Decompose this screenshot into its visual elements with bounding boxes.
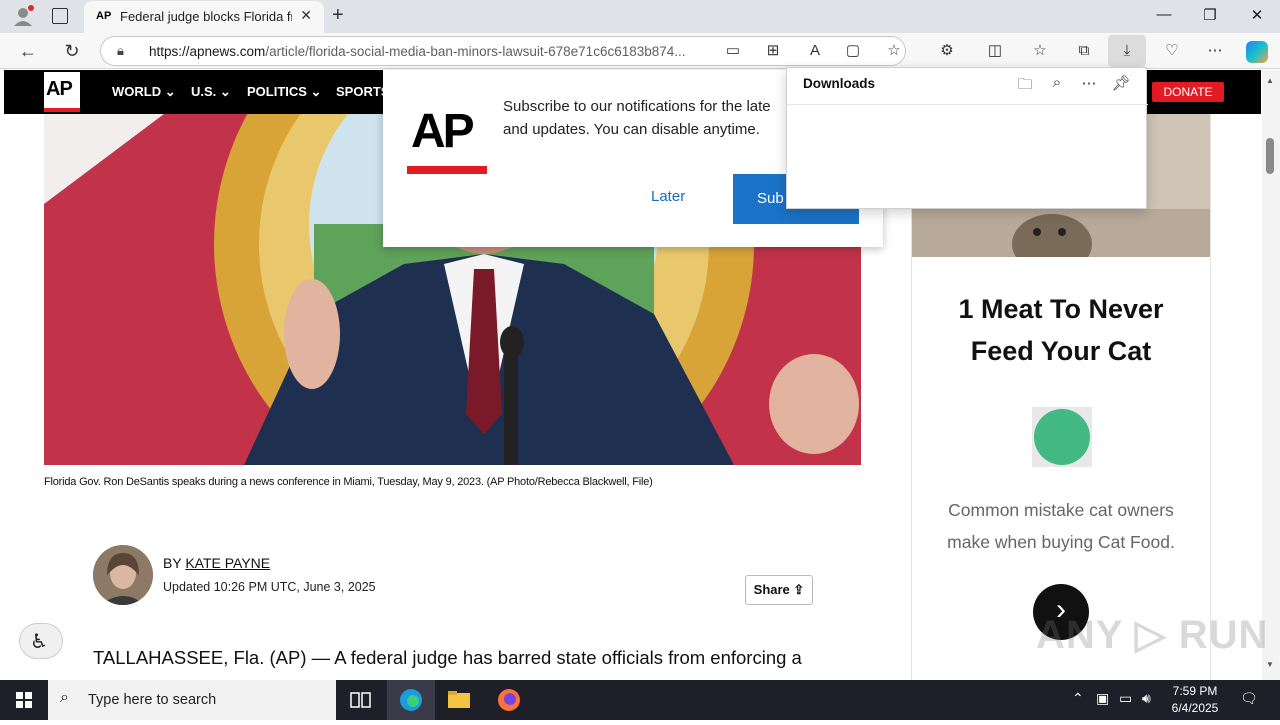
network-icon[interactable]: ▭ <box>1119 690 1132 707</box>
donate-button[interactable]: DONATE <box>1152 82 1224 102</box>
tab-strip: AP Federal judge blocks Florida from ✕ +… <box>0 0 1280 33</box>
maximize-icon[interactable]: ❐ <box>1200 6 1220 24</box>
volume-icon[interactable]: 🔊︎ <box>1142 690 1151 707</box>
browser-essentials-icon[interactable]: ♡ <box>1161 41 1183 63</box>
author-avatar[interactable] <box>93 545 153 605</box>
article-lede: TALLAHASSEE, Fla. (AP) — A federal judge… <box>93 647 802 668</box>
url-path: /article/florida-social-media-ban-minors… <box>265 44 686 59</box>
windows-taskbar: ⌕ Type here to search ⌃ ▣ ▭ 🔊︎ 7:59 PM 6… <box>0 680 1280 720</box>
notifications-icon[interactable]: 🗨︎ <box>1240 690 1258 707</box>
updated-timestamp: Updated 10:26 PM UTC, June 3, 2025 <box>163 580 376 594</box>
task-view-icon[interactable] <box>336 680 384 720</box>
url-domain: https://apnews.com <box>149 44 266 59</box>
author-link[interactable]: KATE PAYNE <box>185 555 270 571</box>
lock-icon: 🔒︎ <box>117 43 124 58</box>
byline: BY KATE PAYNE <box>163 555 270 571</box>
taskbar-search-placeholder: Type here to search <box>88 692 217 708</box>
ap-favicon-icon: AP <box>96 10 112 22</box>
copilot-icon[interactable] <box>1246 41 1268 63</box>
minimize-icon[interactable]: — <box>1154 6 1174 23</box>
ad-headline-line1: 1 Meat To Never <box>958 294 1164 324</box>
split-screen-icon[interactable]: ◫ <box>984 41 1006 63</box>
downloads-title: Downloads <box>803 76 876 91</box>
file-explorer-icon[interactable] <box>435 680 483 720</box>
photo-caption: Florida Gov. Ron DeSantis speaks during … <box>44 476 653 488</box>
windows-start-icon[interactable] <box>0 680 48 720</box>
tab-close-icon[interactable]: ✕ <box>300 7 312 24</box>
profile-icon[interactable] <box>12 5 34 27</box>
app-available-icon[interactable]: ▭ <box>722 41 744 63</box>
clock-date: 6/4/2025 <box>1171 701 1219 715</box>
nav-item-us[interactable]: U.S. ⌄ <box>191 84 231 100</box>
extensions-icon[interactable]: ⚙ <box>936 41 958 63</box>
system-clock[interactable]: 7:59 PM 6/4/2025 <box>1160 683 1230 717</box>
address-bar[interactable]: 🔒︎ https://apnews.com/article/florida-so… <box>100 36 906 66</box>
accessibility-icon[interactable]: ♿︎ <box>19 623 63 659</box>
firefox-icon[interactable] <box>485 680 533 720</box>
read-aloud-icon[interactable]: A <box>804 41 826 63</box>
show-hidden-icons-icon[interactable]: ⌃ <box>1072 690 1084 707</box>
collections-icon[interactable]: ⧉ <box>1073 41 1095 63</box>
back-icon[interactable]: ← <box>17 41 39 63</box>
window-close-icon[interactable]: ✕ <box>1247 6 1267 24</box>
ad-body-line2: make when buying Cat Food. <box>947 532 1175 552</box>
downloads-panel: Downloads 🗀︎ ⌕ ⋯ 📌︎ <box>786 67 1148 209</box>
new-tab-icon[interactable]: + <box>332 4 344 27</box>
pin-icon[interactable]: 📌︎ <box>1111 74 1131 92</box>
ad-body-line1: Common mistake cat owners <box>948 500 1174 520</box>
scroll-up-icon[interactable]: ▲ <box>1266 76 1274 85</box>
more-options-icon[interactable]: ⋯ <box>1079 74 1099 92</box>
byline-prefix: BY <box>163 555 182 571</box>
ad-headline-line2: Feed Your Cat <box>970 336 1152 366</box>
favorites-icon[interactable]: ☆ <box>1029 41 1051 63</box>
tab-active[interactable]: AP Federal judge blocks Florida from ✕ <box>84 1 324 33</box>
search-icon: ⌕ <box>60 689 69 706</box>
downloads-button[interactable]: ⤓ <box>1108 35 1146 67</box>
taskbar-search[interactable]: ⌕ Type here to search <box>48 680 336 720</box>
notification-line2: and updates. You can disable anytime. <box>503 121 760 138</box>
open-folder-icon[interactable]: 🗀︎ <box>1015 74 1035 99</box>
apps-icon[interactable]: ⊞ <box>762 41 784 63</box>
download-icon: ⤓ <box>1123 42 1131 59</box>
immersive-reader-icon[interactable]: ▢ <box>842 41 864 63</box>
notification-message: Subscribe to our notifications for the l… <box>503 95 803 141</box>
ap-logo-text: AP <box>46 78 73 100</box>
nav-item-sports[interactable]: SPORTS <box>336 84 389 99</box>
tab-title: Federal judge blocks Florida from <box>120 9 292 24</box>
page-scrollbar[interactable]: ▲ ▼ <box>1262 70 1280 680</box>
ap-logo[interactable]: AP <box>44 72 80 112</box>
ap-logo: AP <box>407 104 487 174</box>
search-icon[interactable]: ⌕ <box>1047 74 1067 91</box>
share-icon: ⇪ <box>793 582 805 597</box>
nav-item-world[interactable]: WORLD ⌄ <box>112 84 176 100</box>
nav-item-politics[interactable]: POLITICS ⌄ <box>247 84 321 100</box>
later-button[interactable]: Later <box>651 188 685 205</box>
device-icon[interactable]: ▣ <box>1096 690 1109 707</box>
edge-taskbar-icon[interactable] <box>387 680 435 720</box>
favorite-star-icon[interactable]: ☆ <box>883 41 905 63</box>
notification-line1: Subscribe to our notifications for the l… <box>503 98 771 115</box>
notif-logo-text: AP <box>411 105 475 158</box>
share-label: Share <box>753 582 790 597</box>
tab-actions-icon[interactable] <box>52 8 68 24</box>
share-button[interactable]: Share ⇪ <box>745 575 813 605</box>
refresh-icon[interactable]: ↻ <box>61 41 83 63</box>
browser-toolbar: ← ↻ 🔒︎ https://apnews.com/article/florid… <box>0 33 1280 69</box>
scrollbar-thumb[interactable] <box>1266 138 1274 174</box>
anyrun-watermark: ANY ▷ RUN <box>1036 613 1269 657</box>
clock-time: 7:59 PM <box>1172 684 1218 698</box>
more-menu-icon[interactable]: ⋯ <box>1204 41 1226 63</box>
scroll-down-icon[interactable]: ▼ <box>1266 660 1274 669</box>
ad-vet-avatar <box>1032 407 1092 467</box>
